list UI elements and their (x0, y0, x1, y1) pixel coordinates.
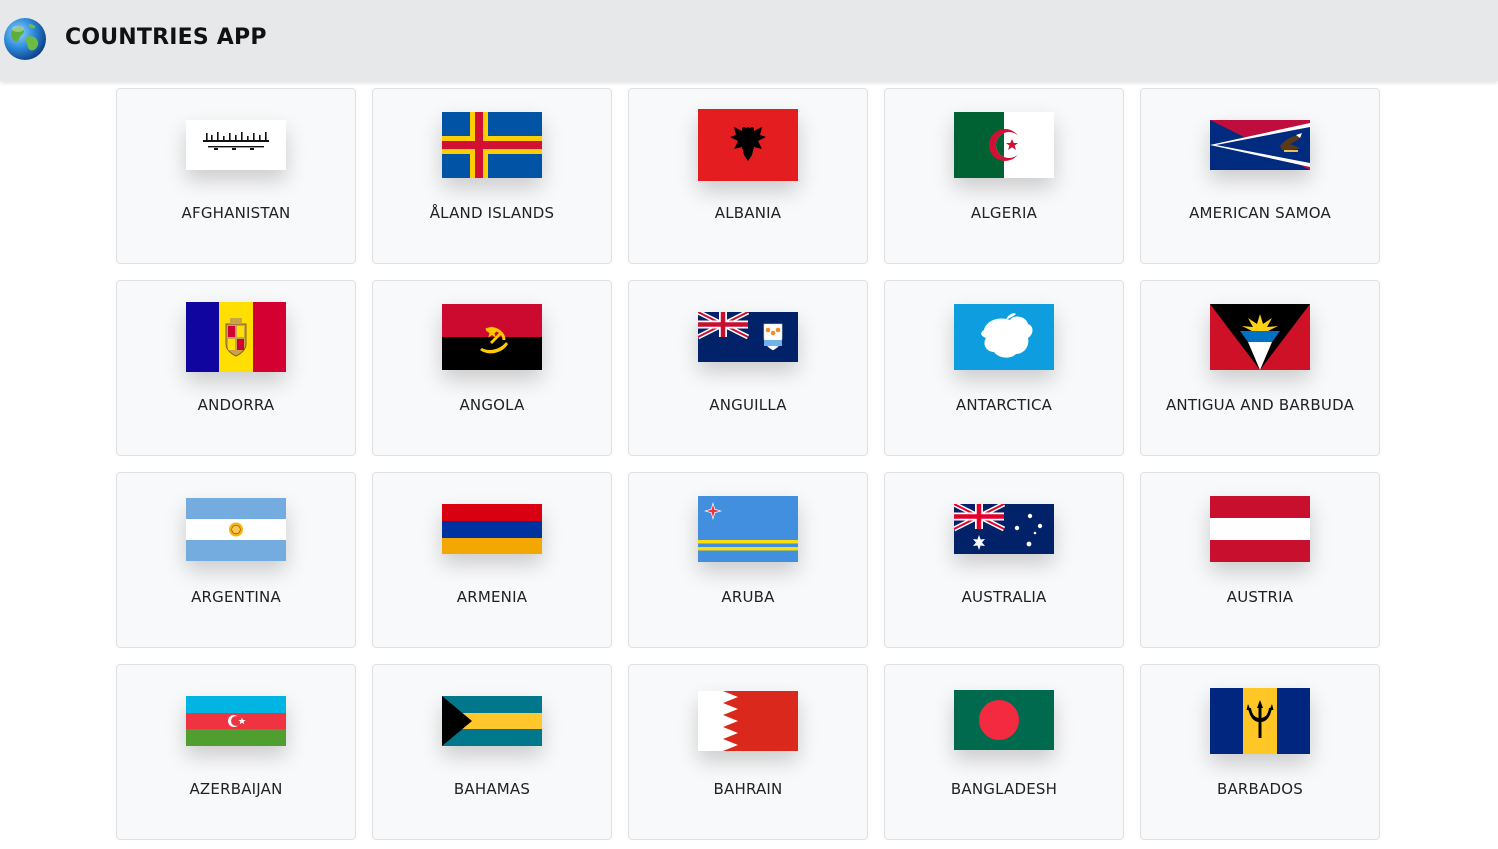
country-card-aruba[interactable]: ARUBA (628, 472, 868, 648)
country-name: AFGHANISTAN (181, 204, 291, 222)
country-name: ARMENIA (456, 588, 528, 606)
andorra-flag (186, 302, 286, 372)
globe-icon[interactable] (3, 17, 47, 61)
country-card-bangladesh[interactable]: BANGLADESH (884, 664, 1124, 840)
country-name: ARGENTINA (191, 588, 281, 606)
app-header: COUNTRIES APP (0, 0, 1498, 81)
albania-flag (698, 109, 798, 181)
app-title: COUNTRIES APP (65, 25, 267, 50)
barbados-flag (1210, 688, 1310, 754)
country-card-anguilla[interactable]: ANGUILLA (628, 280, 868, 456)
country-card-albania[interactable]: ALBANIA (628, 88, 868, 264)
country-card-australia[interactable]: AUSTRALIA (884, 472, 1124, 648)
country-name: BANGLADESH (950, 780, 1058, 798)
austria-flag (1210, 496, 1310, 562)
country-name: BAHAMAS (453, 780, 531, 798)
algeria-flag (954, 112, 1054, 178)
aruba-flag (698, 496, 798, 562)
country-card-austria[interactable]: AUSTRIA (1140, 472, 1380, 648)
country-card-azerbaijan[interactable]: AZERBAIJAN (116, 664, 356, 840)
bangladesh-flag (954, 690, 1054, 750)
country-name: ANTIGUA AND BARBUDA (1165, 396, 1355, 414)
australia-flag (954, 504, 1054, 554)
country-name: ALBANIA (714, 204, 782, 222)
antigua-and-barbuda-flag (1210, 304, 1310, 370)
country-card-angola[interactable]: ANGOLA (372, 280, 612, 456)
country-name: BARBADOS (1216, 780, 1303, 798)
country-card-bahrain[interactable]: BAHRAIN (628, 664, 868, 840)
country-card-aland-islands[interactable]: ÅLAND ISLANDS (372, 88, 612, 264)
american-samoa-flag (1210, 120, 1310, 170)
bahamas-flag (442, 696, 542, 746)
azerbaijan-flag (186, 696, 286, 746)
country-name: ALGERIA (970, 204, 1038, 222)
country-card-antigua-and-barbuda[interactable]: ANTIGUA AND BARBUDA (1140, 280, 1380, 456)
armenia-flag (442, 504, 542, 554)
country-name: ANDORRA (197, 396, 275, 414)
country-name: ARUBA (721, 588, 775, 606)
country-name: BAHRAIN (713, 780, 783, 798)
country-card-barbados[interactable]: BARBADOS (1140, 664, 1380, 840)
country-card-american-samoa[interactable]: AMERICAN SAMOA (1140, 88, 1380, 264)
country-card-algeria[interactable]: ALGERIA (884, 88, 1124, 264)
country-name: ANGUILLA (709, 396, 787, 414)
country-card-armenia[interactable]: ARMENIA (372, 472, 612, 648)
country-card-antarctica[interactable]: ANTARCTICA (884, 280, 1124, 456)
antarctica-flag (954, 304, 1054, 370)
aland-islands-flag (442, 112, 542, 178)
country-name: ÅLAND ISLANDS (429, 204, 555, 222)
country-name: ANTARCTICA (955, 396, 1053, 414)
angola-flag (442, 304, 542, 370)
anguilla-flag (698, 312, 798, 362)
country-name: AUSTRIA (1226, 588, 1294, 606)
afghanistan-flag (186, 120, 286, 170)
country-name: AZERBAIJAN (189, 780, 283, 798)
country-card-afghanistan[interactable]: AFGHANISTAN (116, 88, 356, 264)
country-card-argentina[interactable]: ARGENTINA (116, 472, 356, 648)
country-name: AUSTRALIA (961, 588, 1047, 606)
country-name: AMERICAN SAMOA (1189, 204, 1331, 222)
country-card-bahamas[interactable]: BAHAMAS (372, 664, 612, 840)
bahrain-flag (698, 691, 798, 751)
country-name: ANGOLA (459, 396, 525, 414)
argentina-flag (186, 498, 286, 561)
country-card-andorra[interactable]: ANDORRA (116, 280, 356, 456)
